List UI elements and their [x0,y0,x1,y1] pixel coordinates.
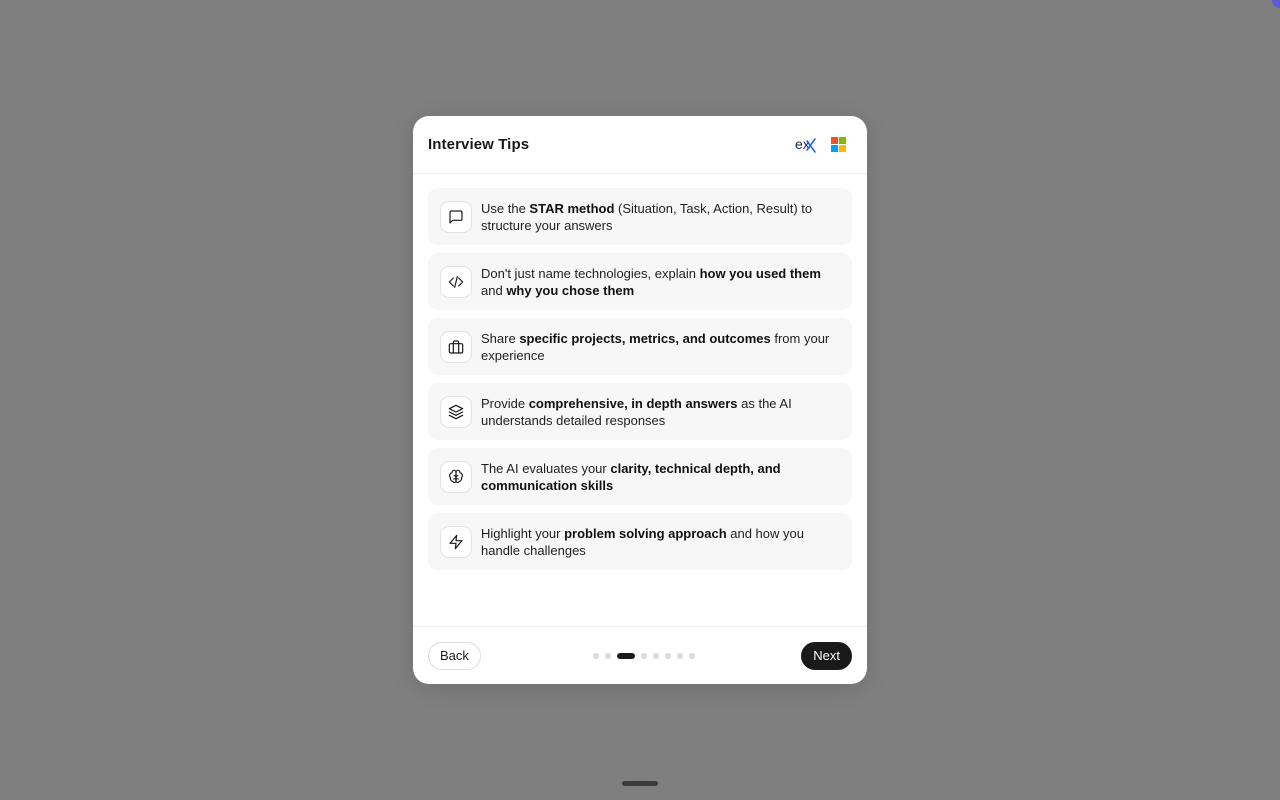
tip-item: Share specific projects, metrics, and ou… [428,318,852,375]
pagination-dot[interactable] [641,652,648,659]
tip-item: Don't just name technologies, explain ho… [428,253,852,310]
zap-icon [440,525,472,558]
message-square-icon [440,200,472,233]
pagination-dot[interactable] [605,652,612,659]
tip-item: Use the STAR method (Situation, Task, Ac… [428,188,852,245]
pagination-dots [593,652,696,659]
modal-header: Interview Tips ex [413,116,867,174]
pagination-dot-active[interactable] [617,652,636,659]
modal-footer: Back Next [413,626,867,684]
code-icon [440,265,472,298]
tip-text: Provide comprehensive, in depth answers … [481,395,792,428]
pagination-dot[interactable] [665,652,672,659]
brain-icon [440,460,472,493]
tip-text: Highlight your problem solving approach … [481,525,804,558]
tip-text: The AI evaluates your clarity, technical… [481,460,781,493]
pagination-dot[interactable] [689,652,696,659]
modal-title: Interview Tips [428,136,530,153]
tip-item: The AI evaluates your clarity, technical… [428,448,852,505]
microsoft-logo-icon [831,136,847,153]
next-button[interactable]: Next [801,641,852,670]
tip-text: Don't just name technologies, explain ho… [481,265,821,298]
brand-logos: ex [795,135,847,155]
tip-text: Use the STAR method (Situation, Task, Ac… [481,200,813,233]
pagination-dot[interactable] [653,652,660,659]
layers-icon [440,395,472,428]
home-indicator[interactable] [622,781,658,786]
pagination-dot[interactable] [593,652,600,659]
corner-indicator [1272,0,1280,8]
tip-item: Highlight your problem solving approach … [428,513,852,570]
briefcase-icon [440,330,472,363]
tips-list: Use the STAR method (Situation, Task, Ac… [413,174,867,570]
ex-logo-icon: ex [795,136,816,153]
back-button[interactable]: Back [428,641,481,670]
interview-tips-modal: Interview Tips ex Use the STAR method (S… [413,116,867,684]
pagination-dot[interactable] [677,652,684,659]
tip-text: Share specific projects, metrics, and ou… [481,330,830,363]
tip-item: Provide comprehensive, in depth answers … [428,383,852,440]
